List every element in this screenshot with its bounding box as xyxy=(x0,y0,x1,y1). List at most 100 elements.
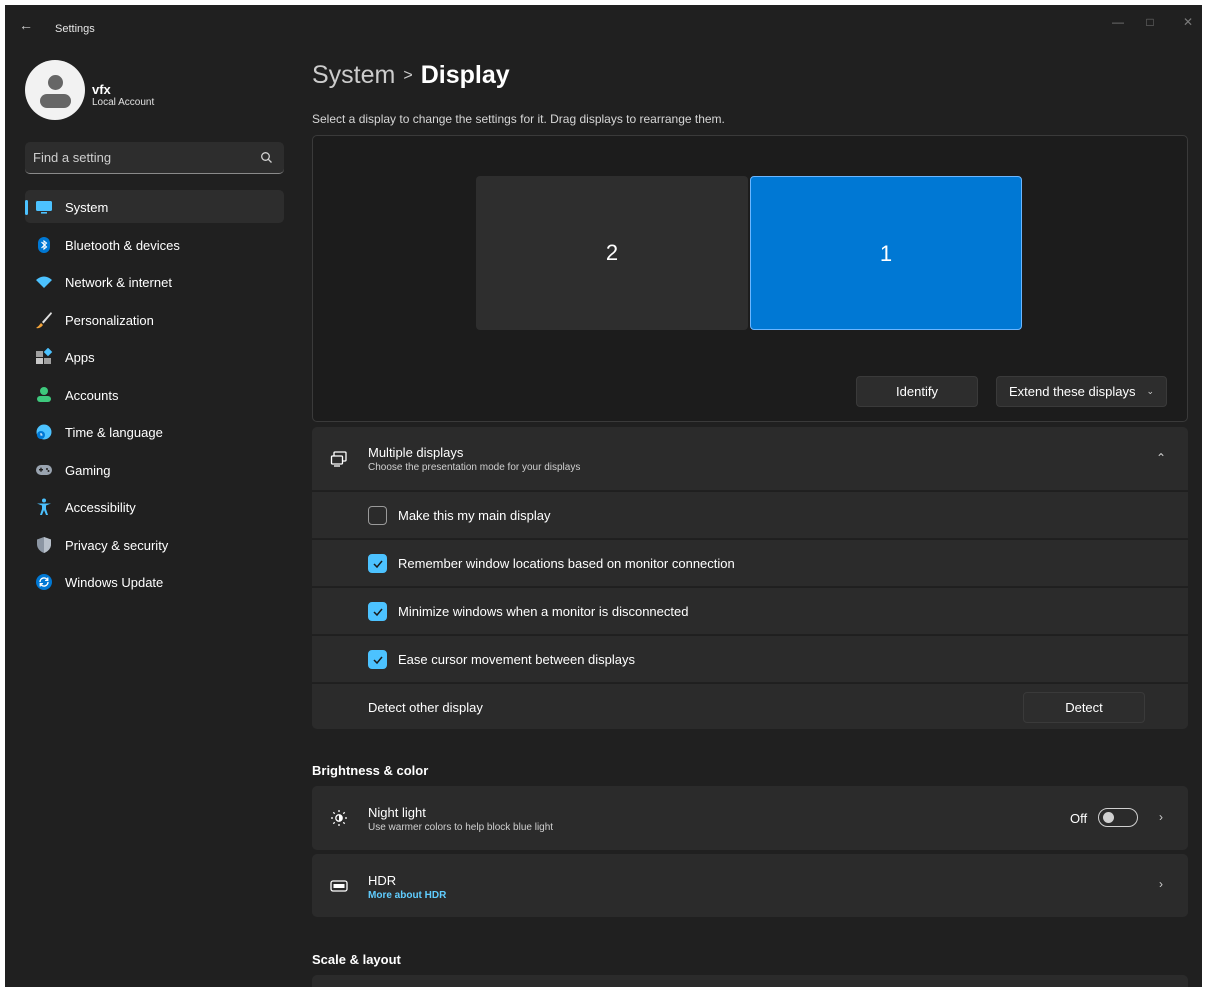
sidebar-item-label: Accounts xyxy=(65,387,119,403)
chevron-right-icon: > xyxy=(403,67,413,84)
monitor-tile-1[interactable]: 1 xyxy=(750,176,1022,330)
checkmark-icon xyxy=(373,608,383,617)
option-remember-locations[interactable]: Remember window locations based on monit… xyxy=(312,539,1188,586)
sidebar-item-label: Gaming xyxy=(65,462,111,478)
search-box[interactable] xyxy=(25,142,284,174)
page-title: Display xyxy=(420,61,510,89)
section-title-scale-layout: Scale & layout xyxy=(312,952,401,967)
sidebar-item-apps[interactable]: Apps xyxy=(25,340,284,373)
chevron-down-icon: ⌄ xyxy=(1146,386,1154,396)
user-name: vfx xyxy=(92,82,111,97)
chevron-right-icon[interactable]: › xyxy=(1159,810,1163,824)
hdr-title: HDR xyxy=(368,873,397,888)
checkmark-icon xyxy=(373,656,383,665)
sidebar-item-bluetooth[interactable]: Bluetooth & devices xyxy=(25,228,284,261)
arrangement-hint: Select a display to change the settings … xyxy=(312,112,725,126)
monitor-icon xyxy=(36,201,52,214)
sidebar-item-network[interactable]: Network & internet xyxy=(25,265,284,298)
display-arrangement-panel: 2 1 Identify Extend these displays ⌄ xyxy=(312,135,1188,422)
multiple-displays-subtitle: Choose the presentation mode for your di… xyxy=(368,462,581,473)
person-icon xyxy=(37,386,51,402)
night-light-state: Off xyxy=(1070,811,1088,826)
sidebar-item-accessibility[interactable]: Accessibility xyxy=(25,490,284,523)
option-label: Ease cursor movement between displays xyxy=(398,652,636,667)
settings-window: ← Settings — □ ✕ vfx Local Account Syste… xyxy=(5,5,1202,987)
sidebar-item-label: System xyxy=(65,200,109,215)
bluetooth-icon xyxy=(38,236,50,253)
option-label: Remember window locations based on monit… xyxy=(398,556,735,571)
display-mode-value: Extend these displays xyxy=(1009,384,1136,399)
sun-icon xyxy=(331,810,347,826)
sidebar-item-gaming[interactable]: Gaming xyxy=(25,453,284,486)
night-light-subtitle: Use warmer colors to help block blue lig… xyxy=(368,822,554,833)
sidebar-item-system[interactable]: System xyxy=(25,190,284,223)
main-display-checkbox[interactable] xyxy=(368,506,387,525)
option-minimize-windows[interactable]: Minimize windows when a monitor is disco… xyxy=(312,587,1188,634)
multiple-displays-header[interactable]: Multiple displays Choose the presentatio… xyxy=(312,427,1188,490)
option-ease-cursor[interactable]: Ease cursor movement between displays xyxy=(312,635,1188,682)
breadcrumb: System > Display xyxy=(312,61,510,90)
search-input[interactable] xyxy=(33,150,253,165)
detect-row: Detect other display Detect xyxy=(312,683,1188,729)
hdr-link[interactable]: More about HDR xyxy=(368,890,446,901)
sidebar-item-privacy[interactable]: Privacy & security xyxy=(25,528,284,561)
close-icon[interactable]: ✕ xyxy=(1177,13,1199,31)
hdr-icon xyxy=(330,880,348,892)
breadcrumb-parent[interactable]: System xyxy=(312,61,395,89)
checkmark-icon xyxy=(373,560,383,569)
ease-cursor-checkbox[interactable] xyxy=(368,650,387,669)
window-title: Settings xyxy=(55,23,95,35)
sidebar-item-label: Time & language xyxy=(65,425,163,440)
option-label: Make this my main display xyxy=(398,508,551,523)
sidebar-item-label: Apps xyxy=(65,350,95,365)
sidebar-item-label: Windows Update xyxy=(65,575,164,590)
apps-icon xyxy=(36,348,53,364)
wifi-icon xyxy=(36,276,52,288)
sidebar-item-windows-update[interactable]: Windows Update xyxy=(25,565,284,598)
detect-button[interactable]: Detect xyxy=(1023,692,1145,723)
sidebar-item-label: Personalization xyxy=(65,312,154,328)
multiple-displays-title: Multiple displays xyxy=(368,445,464,460)
avatar[interactable] xyxy=(25,60,85,120)
sidebar-item-label: Privacy & security xyxy=(65,537,169,553)
chevron-right-icon[interactable]: › xyxy=(1159,877,1163,891)
detect-label: Detect other display xyxy=(368,700,483,715)
shield-icon xyxy=(37,536,51,553)
arrow-left-icon[interactable]: ← xyxy=(19,17,37,33)
night-light-title: Night light xyxy=(368,805,426,820)
sidebar-nav: System Bluetooth & devices Network & int… xyxy=(25,190,284,603)
toggle-knob xyxy=(1103,812,1114,823)
minimize-windows-checkbox[interactable] xyxy=(368,602,387,621)
sidebar-item-label: Accessibility xyxy=(65,500,136,515)
brush-icon xyxy=(36,311,52,328)
chevron-up-icon[interactable]: ⌃ xyxy=(1156,451,1166,465)
gamepad-icon xyxy=(36,464,52,475)
accessibility-icon xyxy=(37,498,51,515)
multiple-displays-icon xyxy=(330,451,347,467)
account-type: Local Account xyxy=(92,97,155,108)
title-bar: ← Settings — □ ✕ xyxy=(5,5,1202,45)
refresh-icon xyxy=(36,574,52,590)
option-main-display[interactable]: Make this my main display xyxy=(312,491,1188,538)
sidebar-item-accounts[interactable]: Accounts xyxy=(25,378,284,411)
option-label: Minimize windows when a monitor is disco… xyxy=(398,604,689,619)
section-title-brightness: Brightness & color xyxy=(312,763,429,778)
globe-clock-icon xyxy=(36,424,52,440)
monitor-tile-2[interactable]: 2 xyxy=(476,176,748,330)
sidebar-item-time-language[interactable]: Time & language xyxy=(25,415,284,448)
night-light-card[interactable]: Night light Use warmer colors to help bl… xyxy=(312,786,1188,850)
minimize-icon[interactable]: — xyxy=(1107,13,1129,31)
remember-locations-checkbox[interactable] xyxy=(368,554,387,573)
night-light-toggle[interactable] xyxy=(1098,808,1138,827)
identify-button[interactable]: Identify xyxy=(856,376,978,407)
scale-layout-card[interactable] xyxy=(312,975,1188,987)
display-mode-dropdown[interactable]: Extend these displays ⌄ xyxy=(996,376,1167,407)
hdr-card[interactable]: HDR More about HDR › xyxy=(312,854,1188,917)
sidebar-item-personalization[interactable]: Personalization xyxy=(25,303,284,336)
sidebar-item-label: Bluetooth & devices xyxy=(65,237,180,253)
sidebar-item-label: Network & internet xyxy=(65,275,172,290)
avatar-head xyxy=(48,75,63,90)
maximize-icon[interactable]: □ xyxy=(1139,13,1161,31)
search-icon xyxy=(261,152,272,163)
selection-indicator xyxy=(25,200,28,215)
